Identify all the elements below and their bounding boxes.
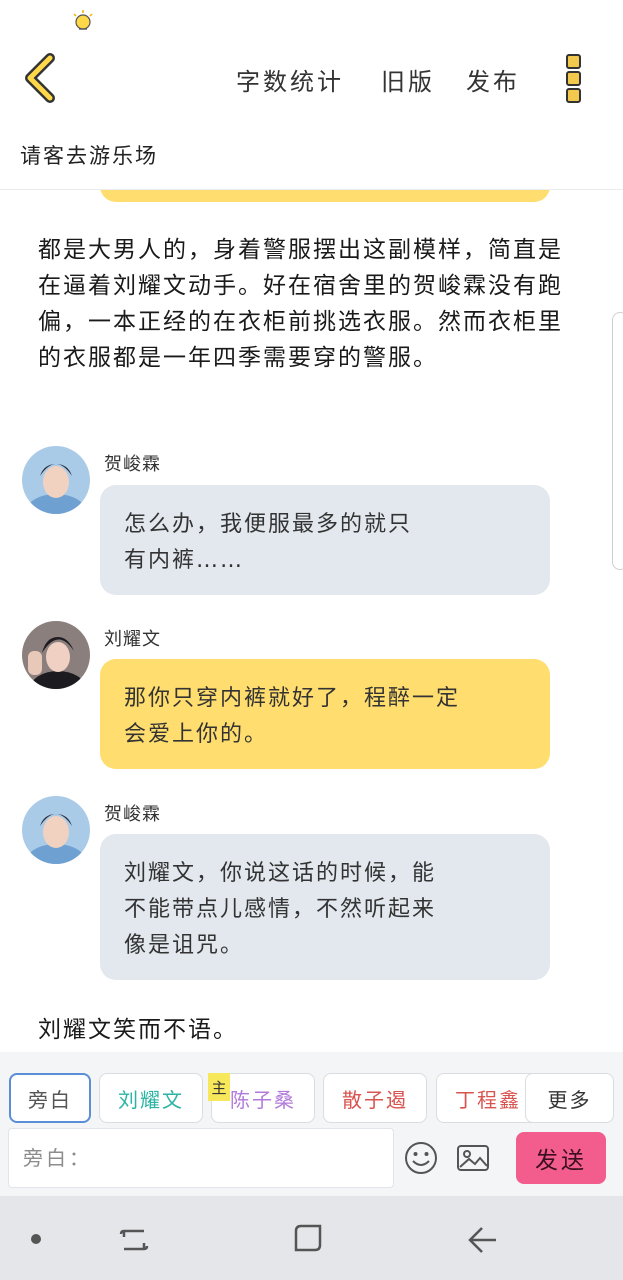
chat-bubble[interactable]: 刘耀文，你说这话的时候，能 不能带点儿感情，不然听起来 像是诅咒。 bbox=[100, 834, 550, 980]
bubble-line: 刘耀文，你说这话的时候，能 bbox=[124, 861, 437, 886]
story-title[interactable]: 请客去游乐场 bbox=[20, 140, 158, 170]
role-chip-sanziguo[interactable]: 散子遏 bbox=[323, 1073, 427, 1123]
chip-label: 陈子桑 bbox=[230, 1087, 296, 1112]
header-divider bbox=[0, 189, 623, 190]
send-button[interactable]: 发送 bbox=[516, 1132, 606, 1184]
avatar[interactable] bbox=[22, 621, 90, 689]
chat-bubble[interactable]: 那你只穿内裤就好了，程醉一定 会爱上你的。 bbox=[100, 659, 550, 769]
back-chevron-icon[interactable] bbox=[22, 52, 62, 104]
message-input[interactable] bbox=[9, 1129, 393, 1187]
chip-label: 刘耀文 bbox=[118, 1087, 184, 1112]
system-nav-bar bbox=[0, 1196, 623, 1280]
bubble-line: 不能带点儿感情，不然听起来 bbox=[124, 897, 437, 922]
chip-label: 散子遏 bbox=[342, 1087, 408, 1112]
message-input-box[interactable] bbox=[8, 1128, 394, 1188]
chip-label: 丁程鑫 bbox=[455, 1087, 521, 1112]
notification-lightbulb-icon bbox=[70, 8, 96, 34]
bubble-line: 怎么办，我便服最多的就只 bbox=[124, 512, 413, 537]
speaker-name: 贺峻霖 bbox=[104, 804, 161, 825]
publish-button[interactable]: 发布 bbox=[466, 62, 520, 97]
role-chip-narrator[interactable]: 旁白 bbox=[9, 1073, 91, 1123]
speaker-name: 贺峻霖 bbox=[104, 454, 161, 475]
chip-label: 旁白 bbox=[28, 1087, 72, 1112]
nav-dot-icon[interactable] bbox=[31, 1234, 41, 1244]
narration-paragraph: 都是大男人的，身着警服摆出这副模样，简直是在逼着刘耀文动手。好在宿舍里的贺峻霖没… bbox=[38, 237, 563, 371]
scrollbar[interactable] bbox=[612, 312, 623, 570]
chat-bubble[interactable]: 怎么办，我便服最多的就只 有内裤…… bbox=[100, 485, 550, 595]
avatar[interactable] bbox=[22, 796, 90, 864]
bubble-line: 有内裤…… bbox=[124, 548, 245, 573]
role-chip-more[interactable]: 更多 bbox=[525, 1073, 614, 1123]
back-arrow-icon[interactable] bbox=[466, 1224, 498, 1260]
main-role-badge: 主 bbox=[208, 1073, 230, 1101]
chip-label: 更多 bbox=[547, 1087, 592, 1112]
avatar[interactable] bbox=[22, 446, 90, 514]
bubble-line: 像是诅咒。 bbox=[124, 933, 245, 958]
image-icon[interactable] bbox=[455, 1140, 491, 1176]
word-count-button[interactable]: 字数统计 bbox=[236, 62, 344, 97]
recent-apps-icon[interactable] bbox=[118, 1224, 150, 1260]
more-options-icon[interactable] bbox=[562, 52, 584, 104]
bubble-line: 会爱上你的。 bbox=[124, 722, 269, 747]
home-icon[interactable] bbox=[292, 1222, 324, 1258]
role-chip-liuyaowen[interactable]: 刘耀文 bbox=[99, 1073, 203, 1123]
bubble-line: 那你只穿内裤就好了，程醉一定 bbox=[124, 686, 461, 711]
emoji-icon[interactable] bbox=[403, 1140, 439, 1176]
old-version-button[interactable]: 旧版 bbox=[381, 62, 435, 97]
speaker-name: 刘耀文 bbox=[104, 629, 161, 650]
narration-paragraph: 刘耀文笑而不语。 bbox=[38, 1017, 238, 1043]
